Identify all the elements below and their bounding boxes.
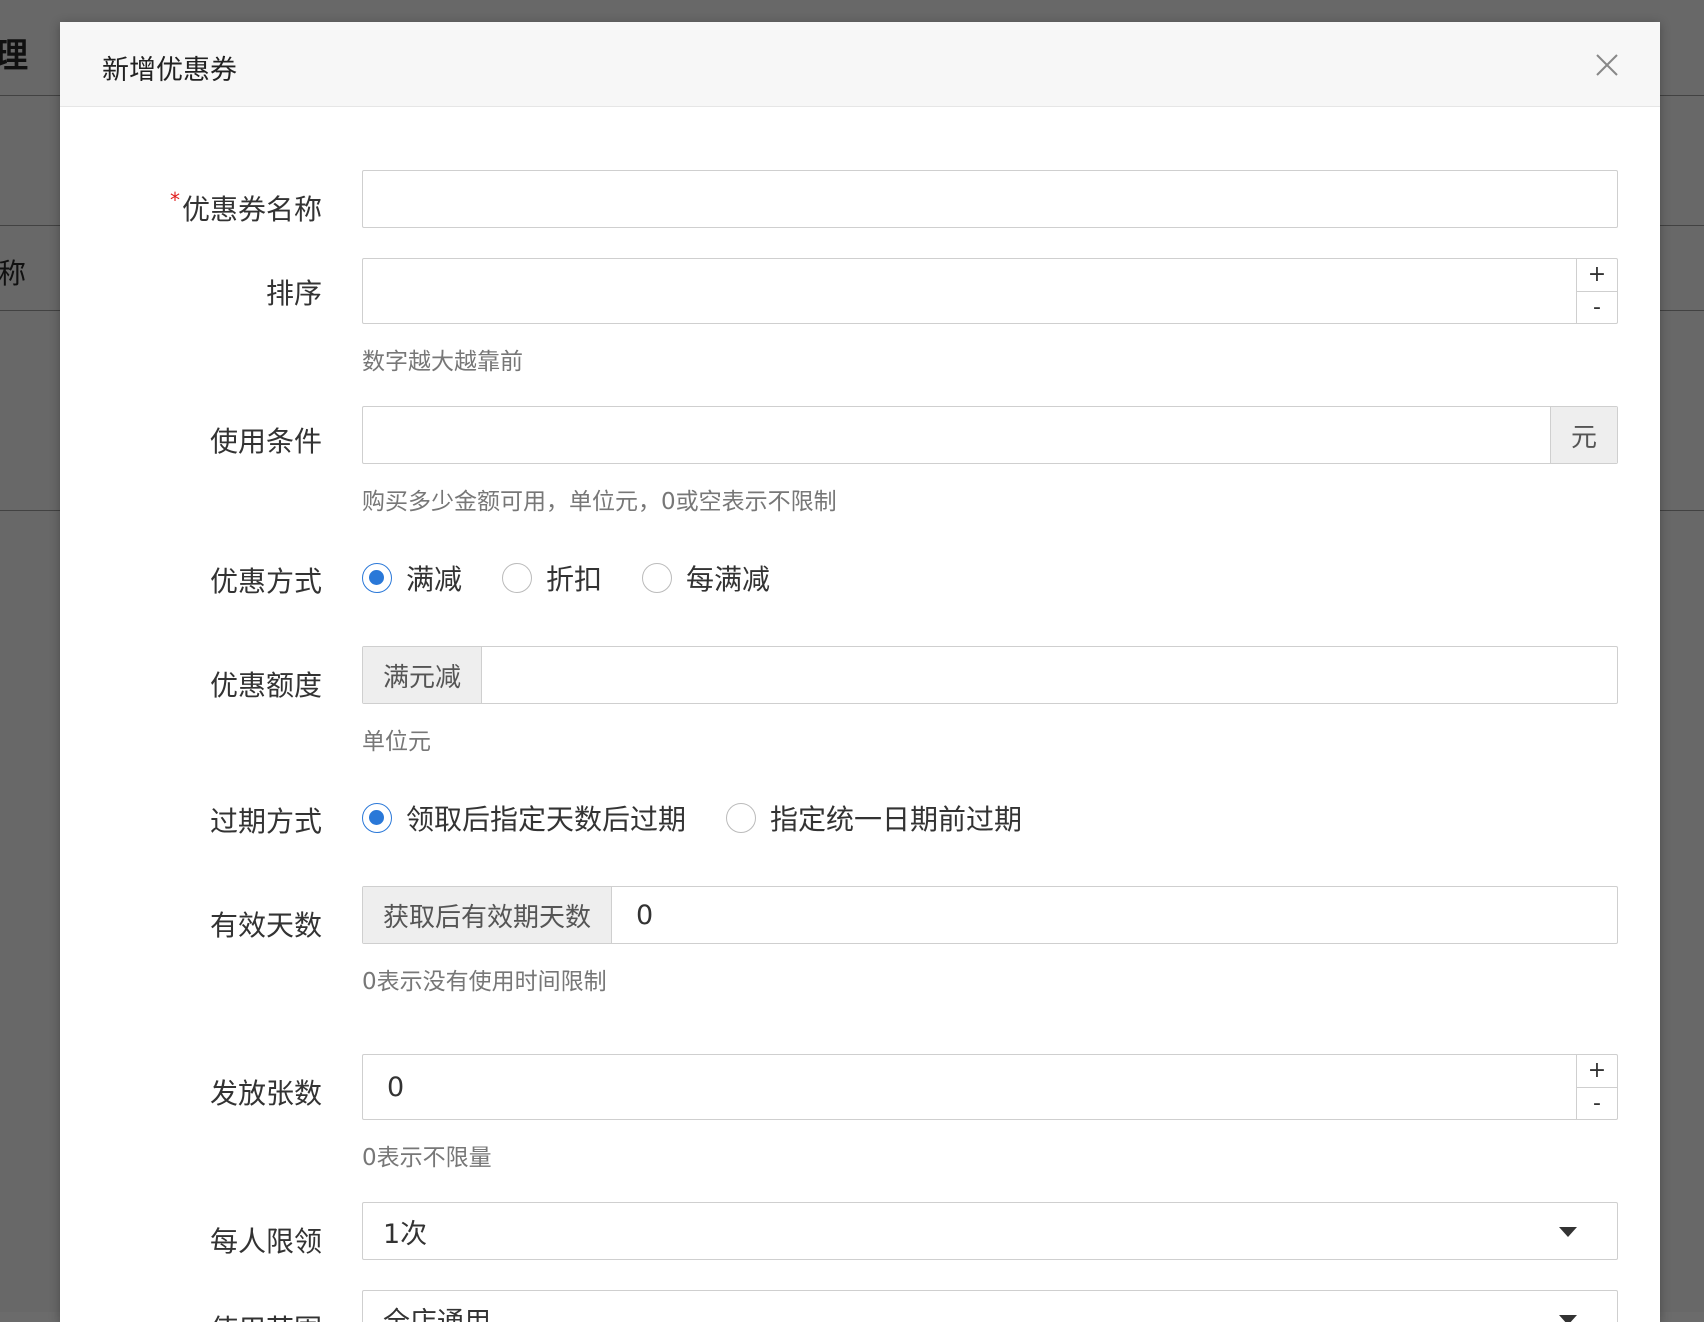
radio-unchecked-icon bbox=[642, 563, 672, 593]
dialog-title: 新增优惠券 bbox=[102, 48, 237, 87]
coupon-name-input[interactable] bbox=[362, 170, 1618, 228]
chevron-down-icon bbox=[1559, 1315, 1577, 1322]
per-user-limit-label: 每人限领 bbox=[60, 1220, 322, 1260]
discount-type-option-percentage[interactable]: 折扣 bbox=[502, 558, 602, 598]
scope-label: 使用范围 bbox=[60, 1308, 322, 1322]
valid-days-input-group: 获取后有效期天数 0 bbox=[362, 886, 1618, 944]
coupon-name-label-text: 优惠券名称 bbox=[182, 193, 322, 226]
discount-amount-help-text: 单位元 bbox=[362, 722, 1618, 756]
radio-unchecked-icon bbox=[502, 563, 532, 593]
discount-amount-label: 优惠额度 bbox=[60, 664, 322, 704]
issue-count-help-text: 0表示不限量 bbox=[362, 1138, 1618, 1172]
condition-input[interactable] bbox=[363, 407, 1550, 463]
chevron-down-icon bbox=[1559, 1227, 1577, 1237]
discount-amount-input-group: 满元减 bbox=[362, 646, 1618, 704]
expire-type-option-days-after-claim[interactable]: 领取后指定天数后过期 bbox=[362, 798, 686, 838]
expire-type-radio-group: 领取后指定天数后过期 指定统一日期前过期 bbox=[362, 798, 1618, 838]
sort-label: 排序 bbox=[60, 272, 322, 312]
sort-stepper: + - bbox=[362, 258, 1618, 324]
discount-amount-input[interactable] bbox=[482, 647, 1617, 703]
add-coupon-dialog: 新增优惠券 *优惠券名称 排序 + - 数字越大越靠前 bbox=[60, 22, 1660, 1322]
issue-count-label: 发放张数 bbox=[60, 1072, 322, 1112]
sort-help-text: 数字越大越靠前 bbox=[362, 342, 1618, 376]
condition-label: 使用条件 bbox=[60, 420, 322, 460]
issue-count-input[interactable]: 0 bbox=[363, 1055, 1576, 1119]
per-user-limit-select[interactable]: 1次 bbox=[362, 1202, 1618, 1260]
sort-increment-button[interactable]: + bbox=[1577, 259, 1617, 292]
scope-value: 全店通用 bbox=[383, 1300, 491, 1322]
expire-type-option-fixed-date[interactable]: 指定统一日期前过期 bbox=[726, 798, 1022, 838]
issue-count-increment-button[interactable]: + bbox=[1577, 1055, 1617, 1088]
radio-unchecked-icon bbox=[726, 803, 756, 833]
sort-decrement-button[interactable]: - bbox=[1577, 292, 1617, 324]
discount-type-label: 优惠方式 bbox=[60, 560, 322, 600]
issue-count-decrement-button[interactable]: - bbox=[1577, 1088, 1617, 1120]
radio-label: 指定统一日期前过期 bbox=[770, 798, 1022, 838]
expire-type-label: 过期方式 bbox=[60, 800, 322, 840]
discount-amount-prefix-addon: 满元减 bbox=[363, 647, 482, 703]
discount-type-radio-group: 满减 折扣 每满减 bbox=[362, 558, 1618, 598]
condition-input-group: 元 bbox=[362, 406, 1618, 464]
radio-label: 满减 bbox=[406, 558, 462, 598]
valid-days-label: 有效天数 bbox=[60, 904, 322, 944]
valid-days-prefix-addon: 获取后有效期天数 bbox=[363, 887, 612, 943]
radio-label: 领取后指定天数后过期 bbox=[406, 798, 686, 838]
valid-days-help-text: 0表示没有使用时间限制 bbox=[362, 962, 1618, 996]
discount-type-option-per-full-reduction[interactable]: 每满减 bbox=[642, 558, 770, 598]
sort-input[interactable] bbox=[363, 259, 1576, 323]
radio-checked-icon bbox=[362, 563, 392, 593]
condition-unit-addon: 元 bbox=[1550, 407, 1617, 463]
required-mark: * bbox=[170, 188, 180, 212]
dialog-header: 新增优惠券 bbox=[60, 22, 1660, 107]
valid-days-input[interactable]: 0 bbox=[612, 887, 1617, 943]
per-user-limit-value: 1次 bbox=[383, 1212, 427, 1251]
radio-label: 每满减 bbox=[686, 558, 770, 598]
radio-label: 折扣 bbox=[546, 558, 602, 598]
condition-help-text: 购买多少金额可用，单位元，0或空表示不限制 bbox=[362, 482, 1618, 516]
radio-checked-icon bbox=[362, 803, 392, 833]
scope-select[interactable]: 全店通用 bbox=[362, 1290, 1618, 1322]
coupon-name-label: *优惠券名称 bbox=[60, 188, 322, 228]
close-icon bbox=[1594, 52, 1620, 78]
discount-type-option-full-reduction[interactable]: 满减 bbox=[362, 558, 462, 598]
issue-count-stepper: 0 + - bbox=[362, 1054, 1618, 1120]
close-button[interactable] bbox=[1594, 52, 1620, 78]
